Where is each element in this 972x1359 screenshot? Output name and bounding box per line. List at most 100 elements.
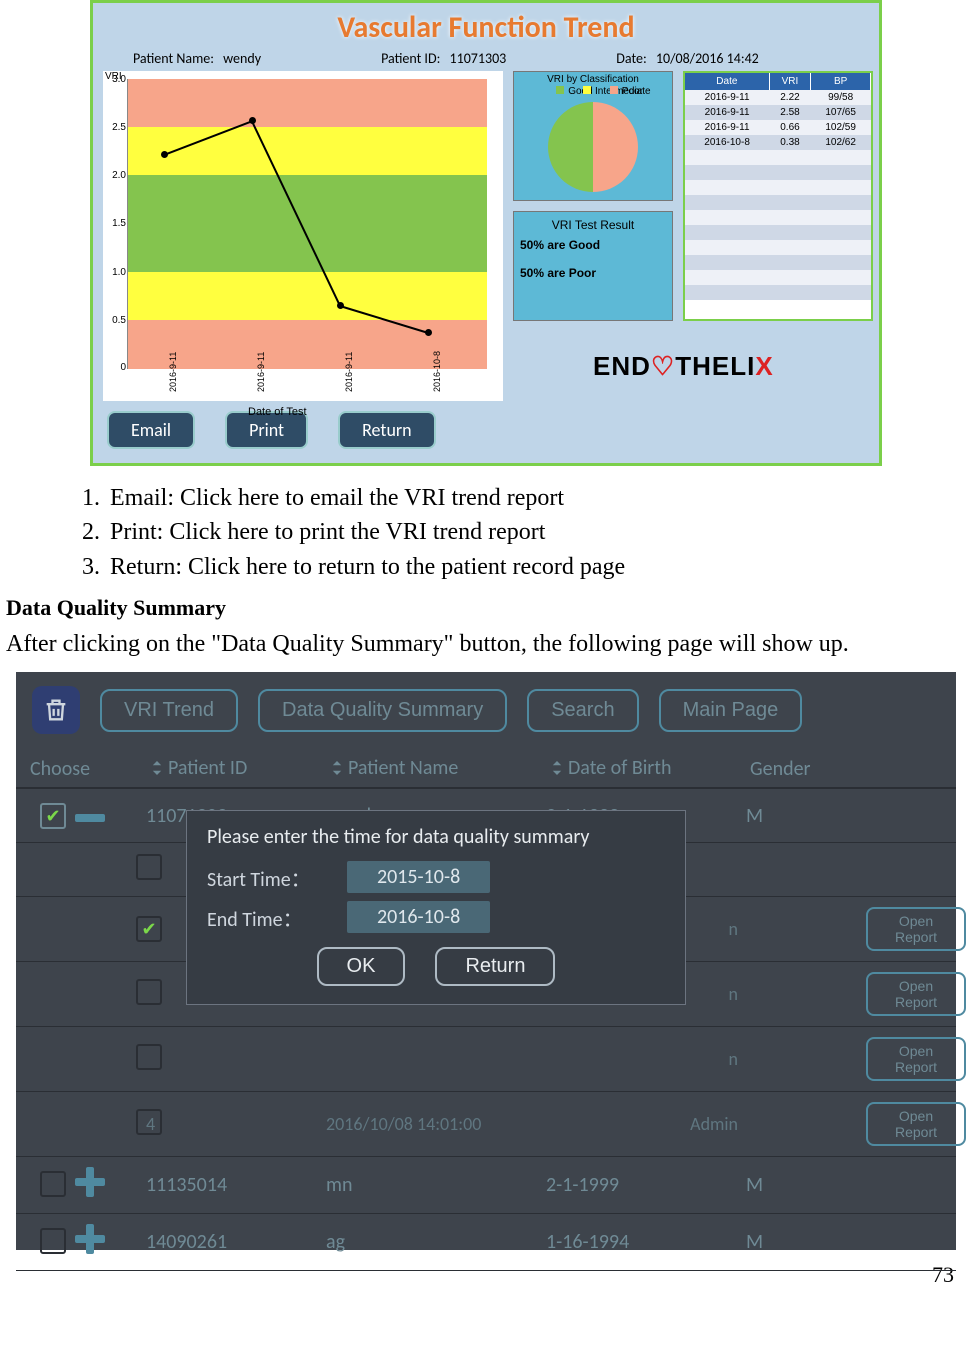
heart-icon: ♡: [651, 351, 675, 381]
instruction-list: Email: Click here to email the VRI trend…: [0, 476, 972, 583]
table-row: [685, 180, 871, 195]
th-vri: VRI: [769, 73, 811, 90]
row-checkbox[interactable]: [136, 854, 162, 880]
result-title: VRI Test Result: [520, 218, 666, 232]
tab-search[interactable]: Search: [527, 689, 638, 732]
classification-legend: Good Intermediate Poor: [516, 85, 670, 96]
collapse-icon[interactable]: [75, 814, 105, 822]
patient-info-bar: Patient Name: wendy Patient ID: 11071303…: [93, 50, 879, 71]
xtick: 2016-9-11: [168, 352, 178, 392]
table-cell: 107/65: [811, 105, 871, 120]
expand-icon[interactable]: [75, 1224, 105, 1254]
band-intermediate: [128, 272, 487, 320]
return-button[interactable]: Return: [435, 947, 555, 986]
tab-main-page[interactable]: Main Page: [659, 689, 803, 732]
row-checkbox[interactable]: [40, 803, 66, 829]
instruction-1: Email: Click here to email the VRI trend…: [106, 482, 956, 514]
date-range-dialog: Please enter the time for data quality s…: [186, 810, 686, 1005]
row-checkbox[interactable]: [136, 1044, 162, 1070]
section-heading: Data Quality Summary: [0, 585, 972, 625]
cell-by: Admin: [546, 1113, 746, 1135]
email-button[interactable]: Email: [107, 411, 195, 449]
table-row: [685, 165, 871, 180]
table-row: 2016-9-110.66102/59: [685, 120, 871, 135]
table-cell: 0.38: [769, 135, 811, 150]
col-dob[interactable]: Date of Birth: [550, 756, 750, 781]
date-value: 10/08/2016 14:42: [656, 50, 759, 67]
sort-icon: [150, 757, 164, 781]
open-report-button[interactable]: Open Report: [866, 907, 966, 951]
th-bp: BP: [811, 73, 871, 90]
classification-pie: [548, 102, 638, 192]
expand-icon[interactable]: [75, 1167, 105, 1197]
col-gender: Gender: [750, 757, 870, 781]
open-report-button[interactable]: Open Report: [866, 972, 966, 1016]
vri-data-table: Date VRI BP 2016-9-112.2299/582016-9-112…: [683, 71, 873, 321]
tab-data-quality-summary[interactable]: Data Quality Summary: [258, 689, 507, 732]
cell-dob: 1-16-1994: [546, 1230, 746, 1254]
table-cell: 2016-10-8: [685, 135, 769, 150]
plot-area: 3.0 2.5 2.0 1.5 1.0 0.5 0 2016-9-11 2016…: [127, 79, 487, 369]
cell-pid: 14090261: [146, 1230, 326, 1254]
ytick: 2.0: [104, 171, 126, 181]
row-checkbox[interactable]: [40, 1171, 66, 1197]
row-checkbox[interactable]: [40, 1228, 66, 1254]
return-button[interactable]: Return: [338, 411, 436, 449]
open-report-button[interactable]: Open Report: [866, 1037, 966, 1081]
start-time-field[interactable]: 2015-10-8: [347, 861, 490, 893]
xtick: 2016-10-8: [432, 351, 442, 392]
sort-icon: [330, 757, 344, 781]
endothelix-logo: END♡THELIX: [593, 351, 774, 382]
tab-vri-trend[interactable]: VRI Trend: [100, 689, 238, 732]
table-row[interactable]: 14090261 ag 1-16-1994 M: [16, 1214, 956, 1271]
sort-icon: [550, 757, 564, 781]
cell-gender: M: [746, 1173, 866, 1197]
open-report-button[interactable]: Open Report: [866, 1102, 966, 1146]
table-row: [685, 225, 871, 240]
cell-dob: 2-1-1999: [546, 1173, 746, 1197]
cell-name: ag: [326, 1230, 546, 1254]
cell-name: mn: [326, 1173, 546, 1197]
result-poor: 50% are Poor: [520, 266, 666, 280]
vri-chart: VRI 3.0 2.5 2.0 1.5 1.0 0.5 0 2016: [103, 71, 503, 401]
table-row: [685, 150, 871, 165]
table-row: [685, 240, 871, 255]
table-row[interactable]: n Open Report: [16, 1027, 956, 1092]
table-cell: 102/59: [811, 120, 871, 135]
table-row: 2016-9-112.58107/65: [685, 105, 871, 120]
patient-name-value: wendy: [223, 50, 261, 67]
table-cell: 2016-9-11: [685, 105, 769, 120]
cell-pid: 11135014: [146, 1173, 326, 1197]
legend-swatch-poor: [610, 86, 618, 94]
table-header-row: Date VRI BP: [685, 73, 871, 90]
table-row[interactable]: 11135014 mn 2-1-1999 M: [16, 1157, 956, 1214]
top-toolbar: VRI Trend Data Quality Summary Search Ma…: [16, 672, 956, 748]
report-button-bar: Email Print Return: [93, 401, 879, 463]
table-row[interactable]: 4 2016/10/08 14:01:00 Admin Open Report: [16, 1092, 956, 1157]
row-checkbox[interactable]: [136, 916, 162, 942]
band-intermediate: [128, 127, 487, 175]
row-checkbox[interactable]: [136, 979, 162, 1005]
end-time-field[interactable]: 2016-10-8: [347, 901, 490, 933]
delete-button[interactable]: [32, 686, 80, 734]
xtick: 2016-9-11: [344, 352, 354, 392]
x-axis-label: Date of Test: [248, 406, 307, 418]
tablet-screenshot: VRI Trend Data Quality Summary Search Ma…: [16, 672, 956, 1250]
ytick: 0: [104, 363, 126, 373]
ok-button[interactable]: OK: [317, 947, 406, 986]
table-row: [685, 255, 871, 270]
table-cell: 2016-9-11: [685, 90, 769, 105]
dialog-title: Please enter the time for data quality s…: [207, 825, 665, 849]
table-cell: 0.66: [769, 120, 811, 135]
col-patient-name[interactable]: Patient Name: [330, 756, 550, 781]
patient-id-value: 11071303: [450, 50, 507, 67]
ytick: 2.5: [104, 123, 126, 133]
cell-gender: M: [746, 804, 866, 828]
date-label: Date:: [616, 50, 646, 67]
table-row: [685, 195, 871, 210]
cell-by: n: [546, 1048, 746, 1070]
band-poor: [128, 79, 487, 127]
section-paragraph: After clicking on the "Data Quality Summ…: [0, 625, 972, 668]
table-header: Choose Patient ID Patient Name Date of B…: [16, 748, 956, 789]
col-patient-id[interactable]: Patient ID: [150, 756, 330, 781]
